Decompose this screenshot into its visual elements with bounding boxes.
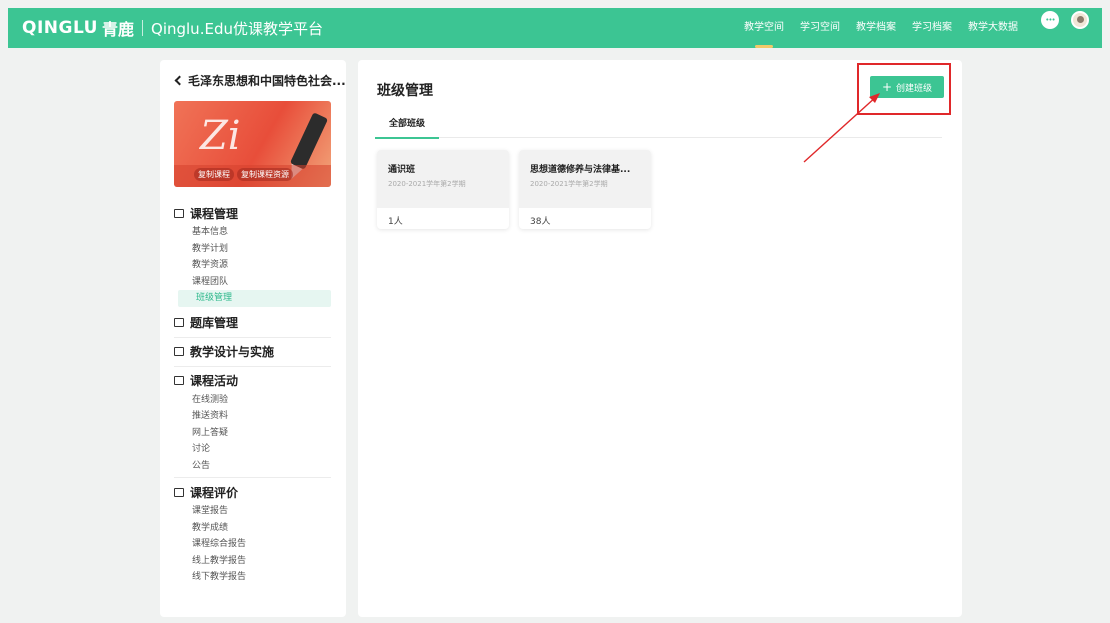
class-card-header: 思想道德修养与法律基... 2020-2021学年第2学期 [519,150,651,208]
create-class-label: 创建班级 [896,83,933,94]
class-term: 2020-2021学年第2学期 [530,180,608,188]
class-name: 思想道德修养与法律基... [530,165,631,175]
nav-teaching-bigdata[interactable]: 教学大数据 [968,8,1018,48]
question-bank-icon [174,318,184,327]
nav-teaching-archive[interactable]: 教学档案 [856,8,896,48]
tab-all-classes[interactable]: 全部班级 [374,116,440,139]
section-teaching-design[interactable]: 教学设计与实施 [174,341,331,363]
class-management-panel: 班级管理 + 创建班级 全部班级 通识班 2020-2021学年第2学期 1人 … [358,60,962,617]
course-cover: Zi 复制课程 复制课程资源 [174,101,331,187]
divider [174,336,331,338]
sidebar-item-push-materials[interactable]: 推送资料 [174,408,331,425]
class-card[interactable]: 思想道德修养与法律基... 2020-2021学年第2学期 38人 [519,150,651,229]
brand-name: QINGLU [22,18,98,38]
class-student-count: 38人 [530,217,551,227]
class-name: 通识班 [388,165,416,175]
class-card-header: 通识班 2020-2021学年第2学期 [377,150,509,208]
section-course-management[interactable]: 课程管理 [174,202,331,224]
divider [174,365,331,367]
sidebar-item-teaching-scores[interactable]: 教学成绩 [174,520,331,537]
activity-icon [174,376,184,385]
user-avatar[interactable] [1071,11,1089,29]
evaluation-icon [174,487,184,497]
sidebar-item-classroom-report[interactable]: 课堂报告 [174,503,331,520]
sidebar-item-basic-info[interactable]: 基本信息 [174,224,331,241]
class-term: 2020-2021学年第2学期 [388,180,466,188]
section-title: 教学设计与实施 [190,345,275,359]
brand-name-cn: 青鹿 [102,20,135,39]
back-arrow-icon[interactable] [174,75,185,86]
design-icon [174,347,184,356]
top-navigation-bar: QINGLU 青鹿 Qinglu.Edu优课教学平台 教学空间 学习空间 教学档… [8,8,1102,48]
sidebar-item-online-qa[interactable]: 网上答疑 [174,425,331,442]
class-card[interactable]: 通识班 2020-2021学年第2学期 1人 [377,150,509,229]
section-title: 题库管理 [190,316,239,330]
class-student-count: 1人 [388,217,403,227]
course-sidebar: 毛泽东思想和中国特色社会... Zi 复制课程 复制课程资源 课程管理 基本信息… [160,60,346,617]
copy-course-resources-button[interactable]: 复制课程资源 [237,168,293,181]
section-title: 课程活动 [190,374,239,388]
platform-name: Qinglu.Edu优课教学平台 [151,19,323,38]
class-tabs: 全部班级 [374,116,942,139]
section-title: 课程评价 [190,485,239,500]
sidebar-item-teaching-resources[interactable]: 教学资源 [174,257,331,274]
course-icon [174,208,184,218]
course-title[interactable]: 毛泽东思想和中国特色社会... [174,72,346,89]
section-course-evaluation[interactable]: 课程评价 [174,481,331,503]
create-class-button[interactable]: + 创建班级 [870,76,944,98]
section-title: 课程管理 [190,206,239,221]
divider [174,477,331,478]
logo-divider [142,20,144,36]
nav-teaching-space[interactable]: 教学空间 [744,8,784,48]
sidebar-item-course-team[interactable]: 课程团队 [174,274,331,291]
sidebar-item-teaching-plan[interactable]: 教学计划 [174,241,331,258]
plus-icon: + [881,80,893,94]
course-title-text: 毛泽东思想和中国特色社会... [188,74,346,88]
main-nav: 教学空间 学习空间 教学档案 学习档案 教学大数据 [744,8,1034,48]
sidebar-item-discussion[interactable]: 讨论 [174,441,331,458]
calligraphy-decoration: Zi [200,113,241,159]
sidebar-item-announcement[interactable]: 公告 [174,458,331,475]
sidebar-item-class-management[interactable]: 班级管理 [178,290,331,307]
pen-illustration [289,112,329,170]
nav-learning-space[interactable]: 学习空间 [800,8,840,48]
sidebar-item-online-quiz[interactable]: 在线测验 [174,392,331,409]
copy-course-button[interactable]: 复制课程 [194,168,234,181]
page-title: 班级管理 [377,83,433,99]
message-icon[interactable] [1041,11,1059,29]
logo[interactable]: QINGLU 青鹿 Qinglu.Edu优课教学平台 [22,16,323,40]
section-question-bank[interactable]: 题库管理 [174,312,331,334]
nav-learning-archive[interactable]: 学习档案 [912,8,952,48]
sidebar-item-online-report[interactable]: 线上教学报告 [174,553,331,570]
sidebar-item-course-report[interactable]: 课程综合报告 [174,536,331,553]
section-course-activities[interactable]: 课程活动 [174,370,331,392]
sidebar-menu: 课程管理 基本信息 教学计划 教学资源 课程团队 班级管理 题库管理 教学设计与… [174,202,331,586]
sidebar-item-offline-report[interactable]: 线下教学报告 [174,569,331,586]
